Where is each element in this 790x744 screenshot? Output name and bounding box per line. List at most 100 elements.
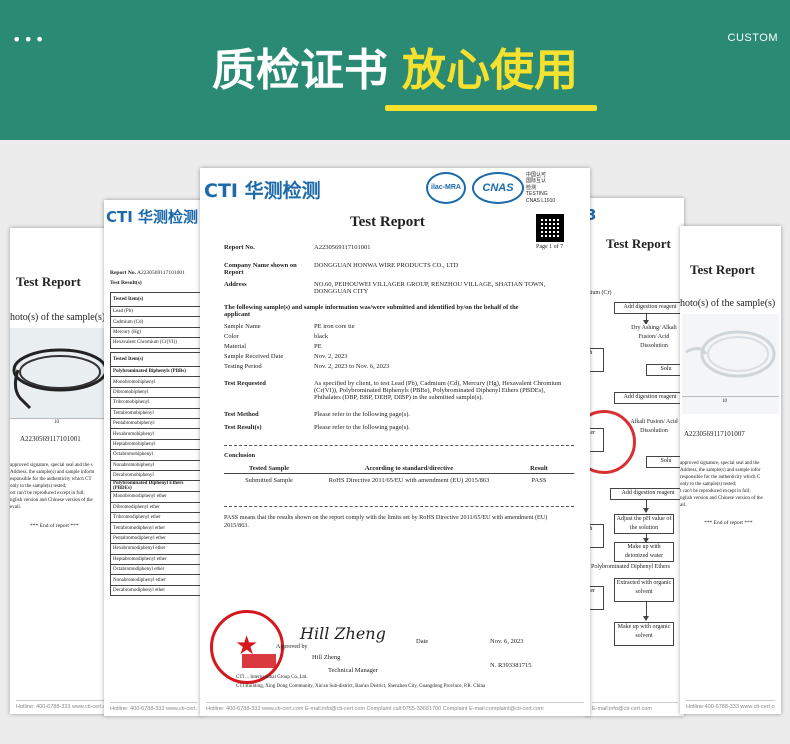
note-line: Address, the sample(s) and sample inform — [10, 470, 95, 475]
page-footer: Hotline: 400-6788-333 www.cti-cert.com E… — [206, 702, 584, 712]
table-cell: Nonabromodiphenyl ether — [110, 574, 202, 586]
table-cell: Tetrabromodiphenyl ether — [110, 522, 202, 534]
company-row: Company Name shown on Report DONGGUAN HON… — [224, 262, 458, 276]
cti-logo: CTI 华测检测 — [106, 208, 199, 226]
label: Test Method — [224, 411, 259, 418]
date-value: Nov. 6, 2023 — [490, 638, 524, 645]
label: Sample Name — [224, 323, 261, 330]
value: Please refer to the following page(s). — [314, 424, 411, 431]
flow-step: Add digestion reagent — [610, 488, 684, 500]
sample-id: A2230569117101007 — [684, 430, 745, 438]
note-line: Address, the sample(s) and sample infor — [680, 468, 761, 473]
table-header: Tested Sample — [224, 464, 314, 474]
table-cell: Octabromodiphenyl ether — [110, 564, 202, 576]
field-row: Color black — [224, 333, 328, 340]
note-line: approved signature, special seal and the… — [10, 463, 93, 468]
table-cell: Heptabromodiphenyl ether — [110, 553, 202, 566]
value: Nov. 2, 2023 — [314, 353, 348, 360]
field-row: Material PE — [224, 343, 322, 350]
page-footer: Hotline:400-6788-333 www.cti-cert.com — [686, 700, 775, 710]
divider — [224, 445, 574, 446]
table-cell: Tribromodiphenyl ether — [110, 512, 202, 524]
table-cell: Octabromobiphenyl — [110, 449, 202, 461]
table-cell: Heptabromobiphenyl — [110, 438, 202, 451]
table-cell: Monobromobiphenyl — [110, 376, 202, 388]
report-page-center: CTI 华测检测 ilac-MRA CNAS 中国认可 国际互认 检测 TEST… — [200, 168, 590, 716]
pbb-table: Tested Item(s) Polybrominated Biphenyls … — [110, 352, 202, 597]
page-footer: E-mail:info@cti-cert.com — [592, 702, 678, 712]
value: PE iron core tie — [314, 323, 355, 330]
note-line: esponsible for the authenticity which CT — [10, 477, 92, 482]
flow-step: Add digestion reagent — [614, 302, 684, 314]
note-line: approved signature, special seal and the — [680, 461, 760, 466]
note-line: evail. — [10, 505, 21, 510]
qr-code — [536, 214, 564, 242]
end-of-report: *** End of report *** — [30, 523, 79, 529]
table-cell: Decabromobiphenyl — [110, 469, 202, 482]
value: Nov. 2, 2023 to Nov. 6, 2023 — [314, 363, 390, 370]
value: PE — [314, 343, 322, 350]
ruler: 10 — [10, 418, 110, 428]
flow-step: Extracted with organic solvent — [614, 578, 674, 602]
results-row: Test Result(s) Please refer to the follow… — [224, 424, 410, 431]
cti-logo: CTI 华测检测 — [204, 180, 321, 202]
label: Test Result(s) — [224, 424, 262, 431]
note-line: only to the sample(s) tested; — [680, 482, 737, 487]
title-yellow: 放心使用 — [402, 45, 578, 96]
value: NO.60, PEIHOUWEI VILLAGER GROUP, RENZHOU… — [314, 281, 546, 295]
metals-table: Tested Item(s) Lead (Pb) Cadmium (Cd) Me… — [110, 292, 202, 349]
note-line: ort can't be reproduced except in full; — [10, 491, 85, 496]
section-label: ), Polybrominated Diphenyl Ethers — [586, 564, 670, 570]
flow-step: Make up with organic solvent — [614, 622, 674, 646]
red-stamp — [242, 654, 276, 668]
address-row: Address NO.60, PEIHOUWEI VILLAGER GROUP, … — [224, 281, 554, 295]
flow-step: Adjust the pH value of the solution — [614, 514, 674, 534]
field-row: Sample Name PE iron core tie — [224, 323, 355, 330]
field-row: Testing Period Nov. 2, 2023 to Nov. 6, 20… — [224, 363, 389, 370]
note-line: nglish version and Chinese version of th… — [10, 498, 93, 503]
arrow-icon — [643, 500, 649, 513]
table-cell: Mercury (Hg) — [110, 326, 202, 339]
report-heading: Test Report — [606, 236, 671, 251]
arrow-icon — [643, 602, 649, 621]
pass-note: PASS means that the results shown on the… — [224, 514, 548, 529]
signature: Hill Zheng — [300, 624, 386, 643]
end-of-report: *** End of report *** — [704, 520, 753, 526]
note-line: ail. — [680, 503, 687, 508]
table-cell: Lead (Pb) — [110, 305, 202, 318]
note-line: t can't be reproduced except in full; — [680, 489, 751, 494]
label: Company Name shown on Report — [224, 262, 297, 276]
value: A2230569117101001 — [314, 244, 371, 251]
label: Test Requested — [224, 380, 266, 387]
report-no: A2230569117101001 — [137, 270, 185, 276]
requested-row: Test Requested As specified by client, to… — [224, 380, 564, 401]
sample-photo — [10, 328, 110, 428]
table-cell: Decabromodiphenyl ether — [110, 584, 202, 597]
label: Address — [224, 281, 247, 288]
divider — [224, 506, 574, 507]
report-no-label: Report No. — [110, 270, 136, 276]
table-cell: Polybrominated Diphenyl Ethers (PBDEs) — [110, 480, 202, 493]
page-title: 质检证书 放心使用 — [0, 34, 790, 98]
arrow-icon — [643, 314, 649, 325]
table-cell: Hexabromobiphenyl — [110, 428, 202, 440]
notes: approved signature, special seal and the… — [10, 462, 110, 511]
label: Report No. — [224, 244, 255, 251]
page-footer: Hotline: 400-6788-333 www.cti-cert.com C… — [16, 700, 104, 710]
conclusion-heading: Conclusion — [224, 452, 256, 459]
flow-step: Solu — [646, 456, 684, 468]
field-row: Sample Received Date Nov. 2, 2023 — [224, 353, 348, 360]
table-header: Tested Item(s) — [110, 352, 202, 367]
conclusion-table: Tested Sample According to standard/dire… — [224, 464, 574, 487]
ruler-mark: 10 — [722, 399, 727, 404]
ilac-mra-logo: ilac-MRA — [426, 172, 466, 204]
cnas-line: CNAS L1910 — [526, 197, 556, 204]
report-page-right: 3 Test Report mium (Cr) Add digestion re… — [586, 198, 684, 716]
ruler: 10 — [682, 396, 779, 408]
signer-name: Hill Zheng — [312, 654, 341, 661]
cnas-logo: CNAS — [472, 172, 524, 204]
note-line: nglish version and Chinese version of th… — [680, 496, 763, 501]
method-row: Test Method Please refer to the following… — [224, 411, 410, 418]
label: Color — [224, 333, 239, 340]
table-cell: Tribromobiphenyl — [110, 397, 202, 409]
